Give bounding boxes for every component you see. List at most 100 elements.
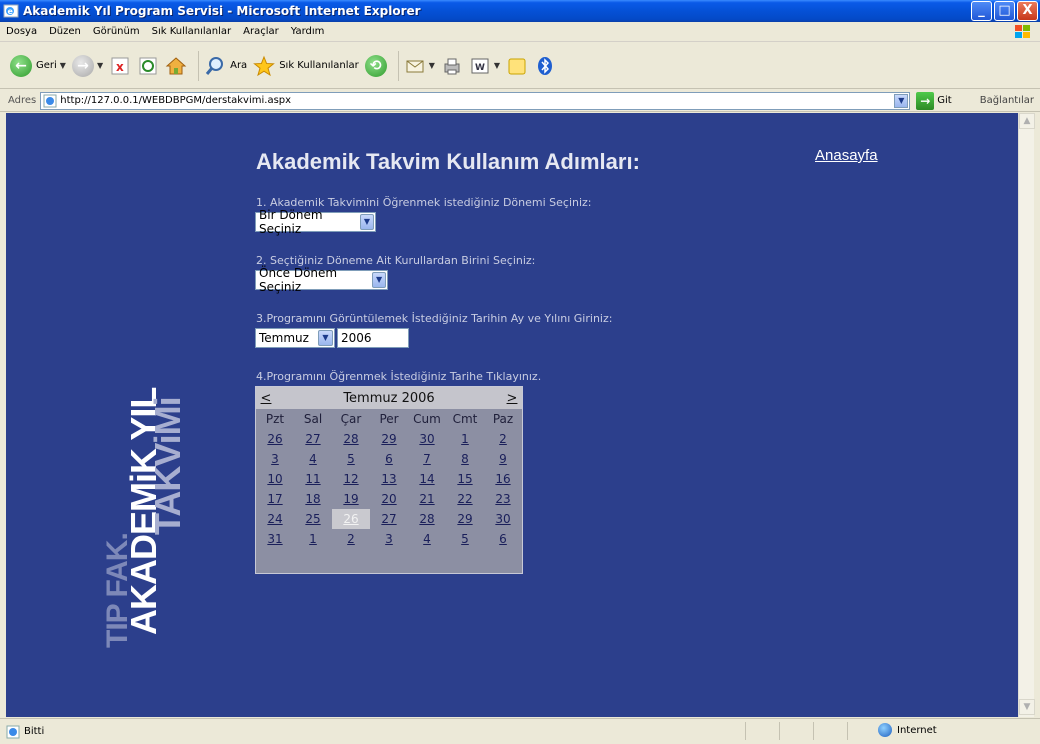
forward-button[interactable]: → ▼ — [71, 54, 103, 77]
calendar-day[interactable]: 15 — [446, 469, 484, 489]
security-zone-label: Internet — [897, 724, 937, 736]
calendar-day[interactable]: 8 — [446, 449, 484, 469]
calendar-day[interactable]: 6 — [370, 449, 408, 469]
calendar-day[interactable]: 17 — [256, 489, 294, 509]
edit-dropdown-icon[interactable]: ▼ — [494, 61, 500, 70]
calendar-day[interactable]: 27 — [294, 429, 332, 449]
calendar-day[interactable]: 19 — [332, 489, 370, 509]
go-label: Git — [937, 95, 952, 106]
calendar-day[interactable]: 6 — [484, 529, 522, 549]
close-icon: X — [1022, 3, 1033, 18]
calendar-day[interactable]: 1 — [294, 529, 332, 549]
calendar-day[interactable]: 5 — [446, 529, 484, 549]
month-select[interactable]: Temmuz ▼ — [255, 328, 335, 348]
menu-bar: Dosya Düzen Görünüm Sık Kullanılanlar Ar… — [0, 22, 1040, 42]
mail-button[interactable]: ▼ — [404, 55, 435, 77]
menu-file[interactable]: Dosya — [0, 26, 43, 37]
maximize-button[interactable]: □ — [994, 1, 1015, 21]
internet-explorer-icon: e — [3, 3, 19, 19]
calendar-day[interactable]: 7 — [408, 449, 446, 469]
calendar-day[interactable]: 12 — [332, 469, 370, 489]
favorites-button[interactable]: Sık Kullanılanlar — [253, 55, 359, 77]
calendar-day[interactable]: 24 — [256, 509, 294, 529]
calendar-day[interactable]: 3 — [370, 529, 408, 549]
status-bar: Bitti Internet — [0, 718, 1040, 744]
calendar-day[interactable]: 4 — [294, 449, 332, 469]
go-button[interactable]: → Git — [916, 91, 952, 110]
menu-view[interactable]: Görünüm — [87, 26, 146, 37]
calendar-day[interactable]: 20 — [370, 489, 408, 509]
calendar-day[interactable]: 3 — [256, 449, 294, 469]
calendar-day[interactable]: 2 — [484, 429, 522, 449]
menu-favorites[interactable]: Sık Kullanılanlar — [146, 26, 238, 37]
prev-month-link[interactable]: < — [256, 391, 276, 406]
step3-label: 3.Programını Görüntülemek İstediğiniz Ta… — [256, 312, 613, 325]
edit-button[interactable]: W ▼ — [469, 55, 500, 77]
calendar-day[interactable]: 11 — [294, 469, 332, 489]
calendar-day[interactable]: 2 — [332, 529, 370, 549]
calendar-day[interactable]: 28 — [332, 429, 370, 449]
discuss-button[interactable] — [506, 55, 528, 77]
bluetooth-button[interactable] — [534, 55, 556, 77]
month-select-value: Temmuz — [259, 331, 309, 345]
calendar-day[interactable]: 1 — [446, 429, 484, 449]
calendar-day[interactable]: 28 — [408, 509, 446, 529]
calendar-day[interactable]: 31 — [256, 529, 294, 549]
chevron-down-icon[interactable]: ▼ — [318, 330, 333, 346]
menu-edit[interactable]: Düzen — [43, 26, 87, 37]
menu-help[interactable]: Yardım — [285, 26, 331, 37]
calendar-day[interactable]: 23 — [484, 489, 522, 509]
go-arrow-icon: → — [916, 91, 935, 110]
address-dropdown-icon[interactable]: ▼ — [894, 93, 909, 108]
svg-text:x: x — [116, 60, 124, 74]
calendar-day[interactable]: 29 — [370, 429, 408, 449]
close-button[interactable]: X — [1017, 1, 1038, 21]
address-input[interactable]: http://127.0.0.1/WEBDBPGM/derstakvimi.as… — [40, 91, 911, 110]
vertical-scrollbar[interactable]: ▲ ▼ — [1018, 113, 1035, 717]
semester-select[interactable]: Bir Dönem Seçiniz ▼ — [255, 208, 376, 236]
home-button[interactable] — [165, 55, 187, 77]
step4-label: 4.Programını Öğrenmek İstediğiniz Tarihe… — [256, 370, 542, 383]
chevron-down-icon[interactable]: ▼ — [372, 272, 386, 288]
scroll-up-icon[interactable]: ▲ — [1019, 113, 1035, 129]
calendar-day[interactable]: 30 — [408, 429, 446, 449]
calendar-day[interactable]: 16 — [484, 469, 522, 489]
calendar-day-selected[interactable]: 26 — [332, 509, 370, 529]
back-dropdown-icon[interactable]: ▼ — [60, 61, 66, 70]
calendar-day[interactable]: 30 — [484, 509, 522, 529]
star-icon — [253, 55, 276, 77]
minimize-button[interactable]: _ — [971, 1, 992, 21]
calendar-day[interactable]: 25 — [294, 509, 332, 529]
links-label[interactable]: Bağlantılar — [980, 95, 1034, 106]
refresh-button[interactable] — [137, 55, 159, 77]
stop-button[interactable]: x — [109, 55, 131, 77]
menu-tools[interactable]: Araçlar — [237, 26, 285, 37]
calendar-day[interactable]: 26 — [256, 429, 294, 449]
back-button[interactable]: ← Geri ▼ — [10, 54, 66, 77]
calendar-day[interactable]: 22 — [446, 489, 484, 509]
calendar-day[interactable]: 29 — [446, 509, 484, 529]
chevron-down-icon[interactable]: ▼ — [360, 214, 374, 230]
next-month-link[interactable]: > — [502, 391, 522, 406]
history-icon: ⟲ — [364, 54, 387, 77]
calendar-day[interactable]: 9 — [484, 449, 522, 469]
scroll-down-icon[interactable]: ▼ — [1019, 699, 1035, 715]
calendar-day[interactable]: 27 — [370, 509, 408, 529]
window-title-bar[interactable]: e Akademik Yıl Program Servisi - Microso… — [0, 0, 1040, 22]
committee-select[interactable]: Önce Dönem Seçiniz ▼ — [255, 266, 388, 294]
print-button[interactable] — [441, 55, 463, 77]
year-input[interactable]: 2006 — [337, 328, 409, 348]
calendar-day[interactable]: 10 — [256, 469, 294, 489]
calendar-day[interactable]: 4 — [408, 529, 446, 549]
calendar-day[interactable]: 14 — [408, 469, 446, 489]
home-link[interactable]: Anasayfa — [815, 147, 878, 164]
forward-dropdown-icon[interactable]: ▼ — [97, 61, 103, 70]
search-button[interactable]: Ara — [204, 55, 247, 77]
calendar-day[interactable]: 5 — [332, 449, 370, 469]
stop-icon: x — [109, 55, 131, 77]
history-button[interactable]: ⟲ — [364, 54, 387, 77]
calendar-day[interactable]: 13 — [370, 469, 408, 489]
mail-dropdown-icon[interactable]: ▼ — [429, 61, 435, 70]
calendar-day[interactable]: 21 — [408, 489, 446, 509]
calendar-day[interactable]: 18 — [294, 489, 332, 509]
